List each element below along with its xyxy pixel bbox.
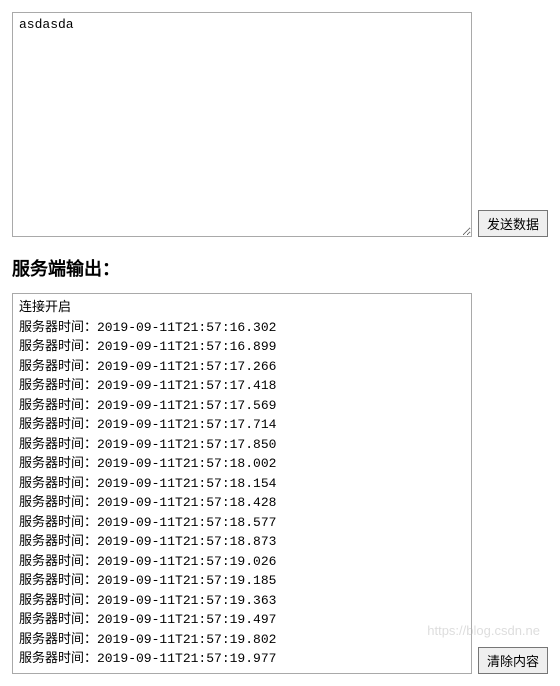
server-output: 连接开启 服务器时间：2019-09-11T21:57:16.302 服务器时间…	[12, 293, 472, 674]
send-button[interactable]: 发送数据	[478, 210, 548, 237]
message-textarea[interactable]	[12, 12, 472, 237]
clear-button[interactable]: 清除内容	[478, 647, 548, 674]
output-heading: 服务端输出：	[12, 255, 548, 281]
